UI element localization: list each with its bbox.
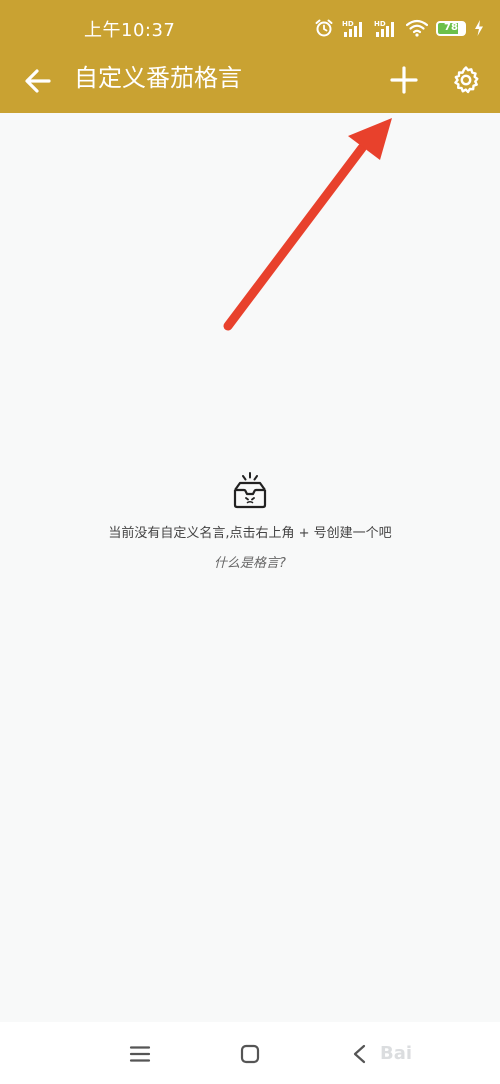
wifi-icon bbox=[406, 19, 428, 37]
app-bar: 自定义番茄格言 bbox=[0, 52, 500, 113]
menu-icon bbox=[129, 1046, 151, 1062]
nav-back-button[interactable] bbox=[346, 1040, 374, 1068]
status-time: 上午10:37 bbox=[84, 20, 176, 41]
empty-state: 当前没有自定义名言,点击右上角 + 号创建一个吧 什么是格言? bbox=[0, 468, 500, 574]
status-icons: HD HD 78 bbox=[314, 17, 484, 39]
battery-level: 78 bbox=[444, 22, 458, 33]
battery-icon: 78 bbox=[436, 20, 466, 36]
back-chevron-icon bbox=[353, 1044, 366, 1064]
empty-message: 当前没有自定义名言,点击右上角 + 号创建一个吧 bbox=[108, 526, 392, 541]
network-label-1: HD bbox=[342, 20, 354, 28]
back-button[interactable] bbox=[20, 63, 56, 99]
what-is-quote-link[interactable]: 什么是格言? bbox=[214, 554, 286, 574]
signal-hd-1-icon: HD bbox=[342, 18, 366, 38]
charging-icon bbox=[474, 20, 484, 36]
arrow-left-icon bbox=[25, 69, 51, 93]
nav-menu-button[interactable] bbox=[126, 1040, 154, 1068]
home-square-icon bbox=[240, 1044, 260, 1064]
status-bar: 上午10:37 HD HD 78 bbox=[0, 0, 500, 52]
annotation-arrow-head bbox=[348, 118, 392, 160]
signal-hd-2-icon: HD bbox=[374, 18, 398, 38]
gear-icon bbox=[454, 66, 479, 94]
plus-icon bbox=[390, 66, 418, 94]
alarm-icon bbox=[314, 18, 334, 38]
annotation-arrow-shaft bbox=[223, 143, 367, 331]
app-screen: 上午10:37 HD HD 78 自定义番茄格言 当前没有自定义名言,点击右上角… bbox=[0, 0, 500, 1084]
add-quote-button[interactable] bbox=[386, 62, 422, 98]
empty-inbox-icon bbox=[233, 472, 267, 509]
page-title: 自定义番茄格言 bbox=[74, 64, 242, 92]
nav-home-button[interactable] bbox=[236, 1040, 264, 1068]
watermark: Bai bbox=[380, 1043, 413, 1064]
settings-button[interactable] bbox=[448, 62, 484, 98]
network-label-2: HD bbox=[374, 20, 386, 28]
